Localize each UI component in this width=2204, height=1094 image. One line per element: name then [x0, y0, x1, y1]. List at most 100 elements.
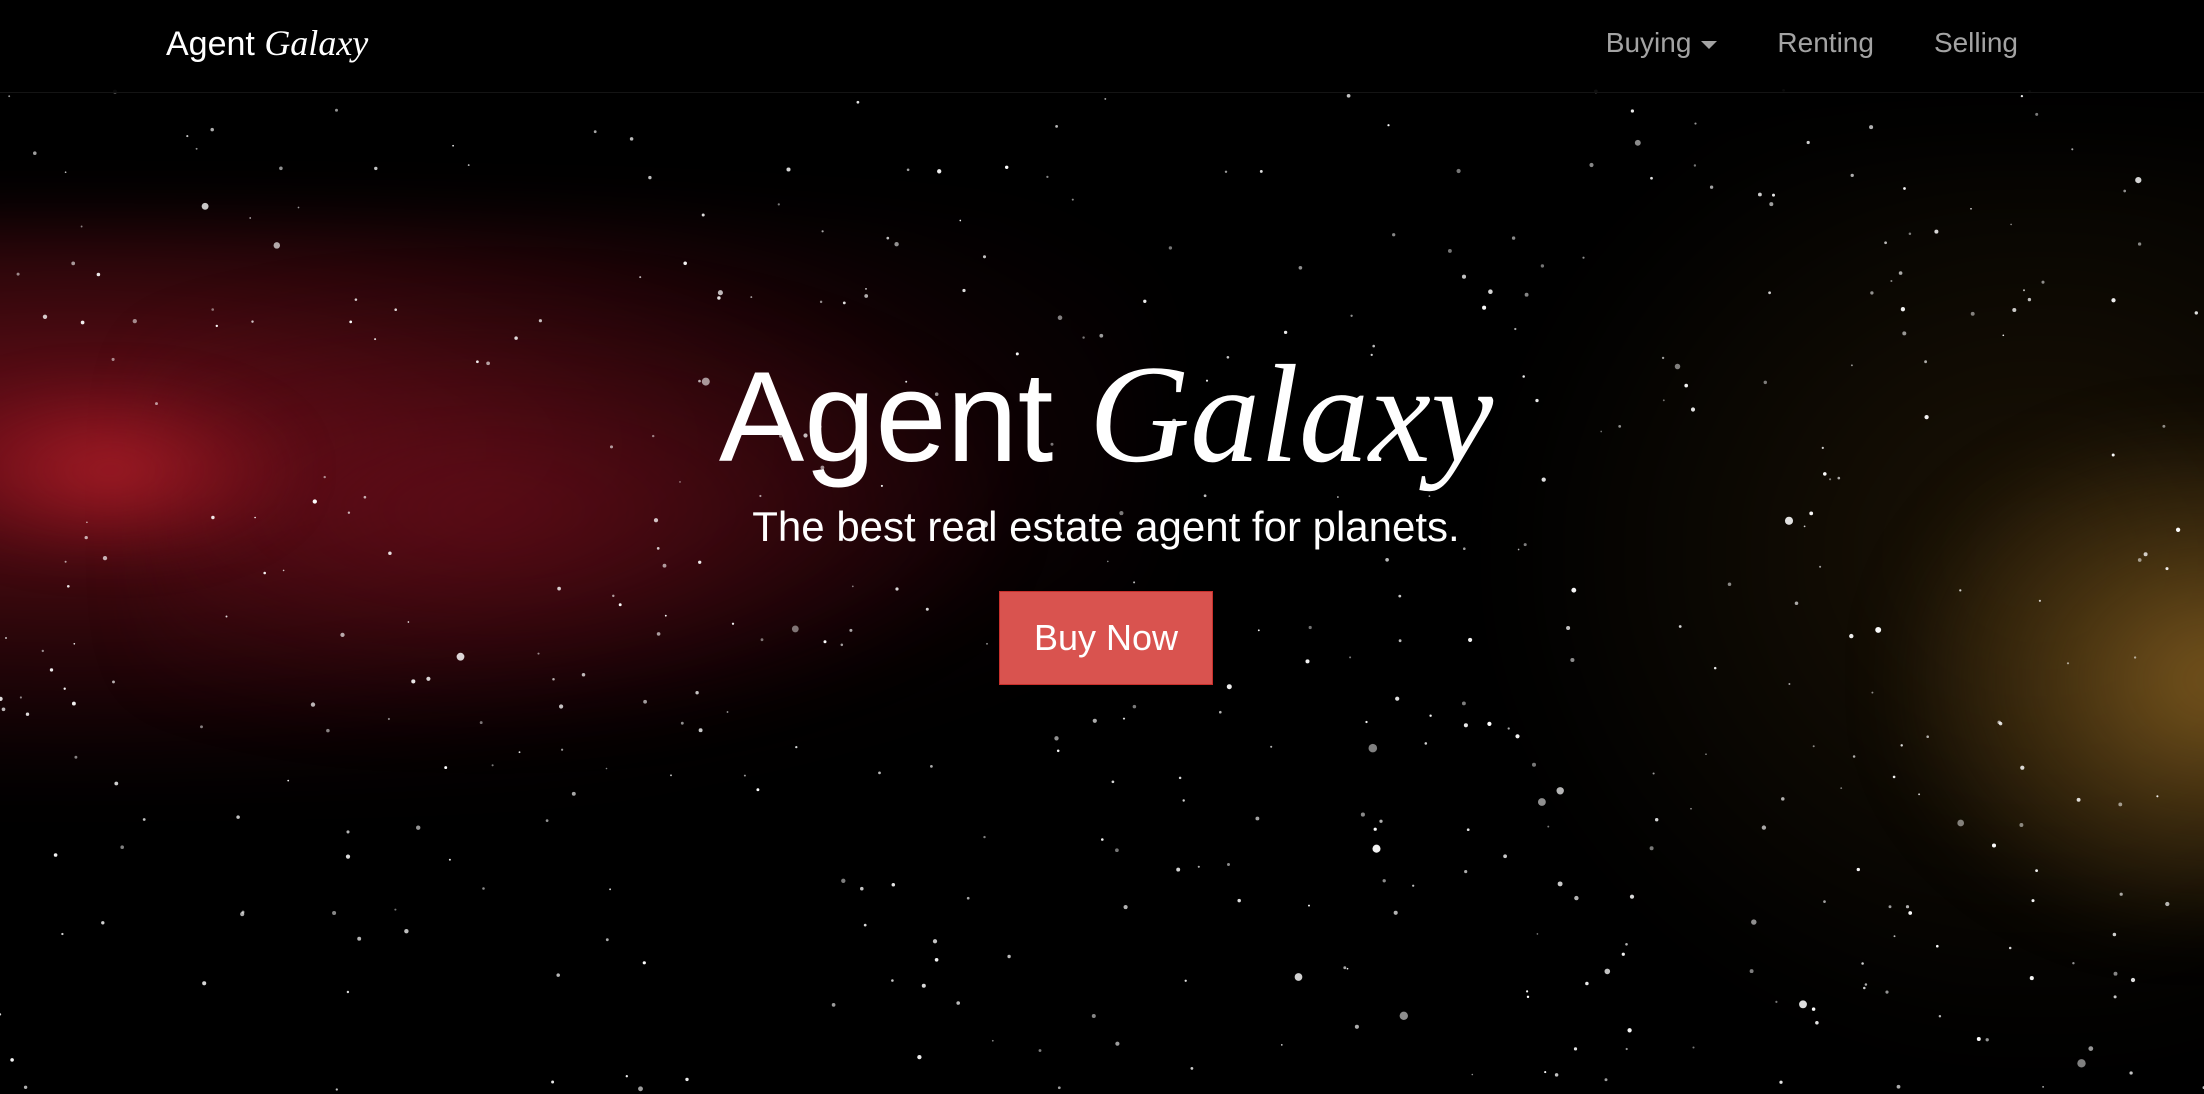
- star: [1046, 175, 1049, 179]
- star: [1536, 933, 1539, 935]
- star: [1852, 755, 1856, 758]
- star: [1526, 995, 1530, 999]
- star: [491, 764, 494, 767]
- star: [1799, 1000, 1807, 1009]
- star: [354, 298, 358, 301]
- star: [1655, 818, 1659, 822]
- star: [701, 213, 705, 217]
- star: [1903, 187, 1906, 190]
- star: [1871, 691, 1874, 694]
- star: [53, 853, 58, 857]
- star: [1224, 170, 1228, 174]
- star: [1143, 299, 1147, 303]
- star: [638, 1086, 643, 1092]
- star: [1057, 315, 1063, 321]
- star: [1392, 233, 1396, 237]
- star: [1938, 1015, 1942, 1018]
- star: [2165, 901, 2170, 907]
- star: [1346, 93, 1351, 98]
- star: [1379, 819, 1383, 823]
- star: [297, 206, 300, 209]
- star: [1365, 720, 1368, 724]
- star: [685, 1077, 689, 1082]
- star: [1574, 895, 1579, 901]
- star: [1650, 176, 1653, 180]
- star: [1625, 943, 1628, 946]
- star: [1447, 248, 1452, 253]
- star: [120, 845, 124, 849]
- star: [1556, 787, 1564, 795]
- star: [860, 886, 864, 891]
- star: [1976, 1037, 1981, 1041]
- star: [1091, 1014, 1096, 1018]
- brand-logo[interactable]: Agent Galaxy: [166, 18, 368, 68]
- star: [1482, 305, 1487, 310]
- star: [518, 751, 521, 754]
- star: [1308, 904, 1310, 907]
- star: [593, 130, 597, 134]
- nav-menu: Buying Renting Selling: [1606, 18, 2018, 68]
- star: [416, 825, 421, 830]
- star: [101, 921, 105, 925]
- star: [2111, 298, 2116, 303]
- star: [1115, 1041, 1120, 1046]
- star: [215, 324, 218, 328]
- star: [717, 290, 723, 296]
- star: [1456, 168, 1461, 174]
- star: [1604, 968, 1611, 975]
- star: [335, 108, 338, 112]
- star: [894, 242, 899, 247]
- star: [211, 308, 215, 311]
- nav-item-selling[interactable]: Selling: [1934, 18, 2018, 68]
- star: [1515, 734, 1520, 739]
- star: [1900, 307, 1906, 312]
- star: [545, 819, 549, 822]
- star: [467, 164, 470, 167]
- star: [273, 242, 281, 249]
- star: [1589, 162, 1594, 168]
- star: [1346, 967, 1349, 970]
- star: [2035, 112, 2039, 116]
- star: [930, 765, 933, 768]
- star: [1864, 983, 1868, 986]
- star: [1863, 986, 1866, 990]
- star: [795, 745, 798, 749]
- star: [1104, 97, 1107, 100]
- star: [1373, 827, 1377, 831]
- nav-item-buying[interactable]: Buying: [1606, 18, 1718, 68]
- star: [1652, 772, 1655, 775]
- buy-now-button[interactable]: Buy Now: [998, 591, 1214, 685]
- star: [287, 779, 290, 782]
- star: [310, 702, 316, 707]
- star: [1779, 1080, 1783, 1084]
- star: [1237, 898, 1241, 903]
- star: [1812, 745, 1815, 748]
- star: [1690, 807, 1692, 810]
- star: [777, 203, 780, 206]
- star: [33, 151, 37, 155]
- star: [1393, 910, 1398, 915]
- star: [63, 687, 66, 690]
- star: [2130, 977, 2136, 983]
- star: [23, 1085, 28, 1090]
- star: [1884, 241, 1887, 245]
- star: [2077, 1059, 2086, 1068]
- star: [326, 728, 330, 733]
- star: [1082, 336, 1085, 339]
- star: [1182, 799, 1185, 802]
- nav-item-renting[interactable]: Renting: [1777, 18, 1874, 68]
- star: [642, 961, 646, 965]
- star: [2112, 932, 2117, 937]
- star: [1382, 879, 1386, 883]
- nav-item-label: Buying: [1605, 27, 1692, 58]
- star: [0, 696, 3, 702]
- star: [1461, 274, 1467, 279]
- star: [1255, 816, 1260, 821]
- star: [1634, 139, 1641, 146]
- star: [1775, 1000, 1778, 1004]
- star: [1387, 124, 1390, 127]
- star: [241, 910, 245, 914]
- star: [1227, 863, 1230, 866]
- star: [605, 767, 608, 770]
- star: [1705, 753, 1707, 756]
